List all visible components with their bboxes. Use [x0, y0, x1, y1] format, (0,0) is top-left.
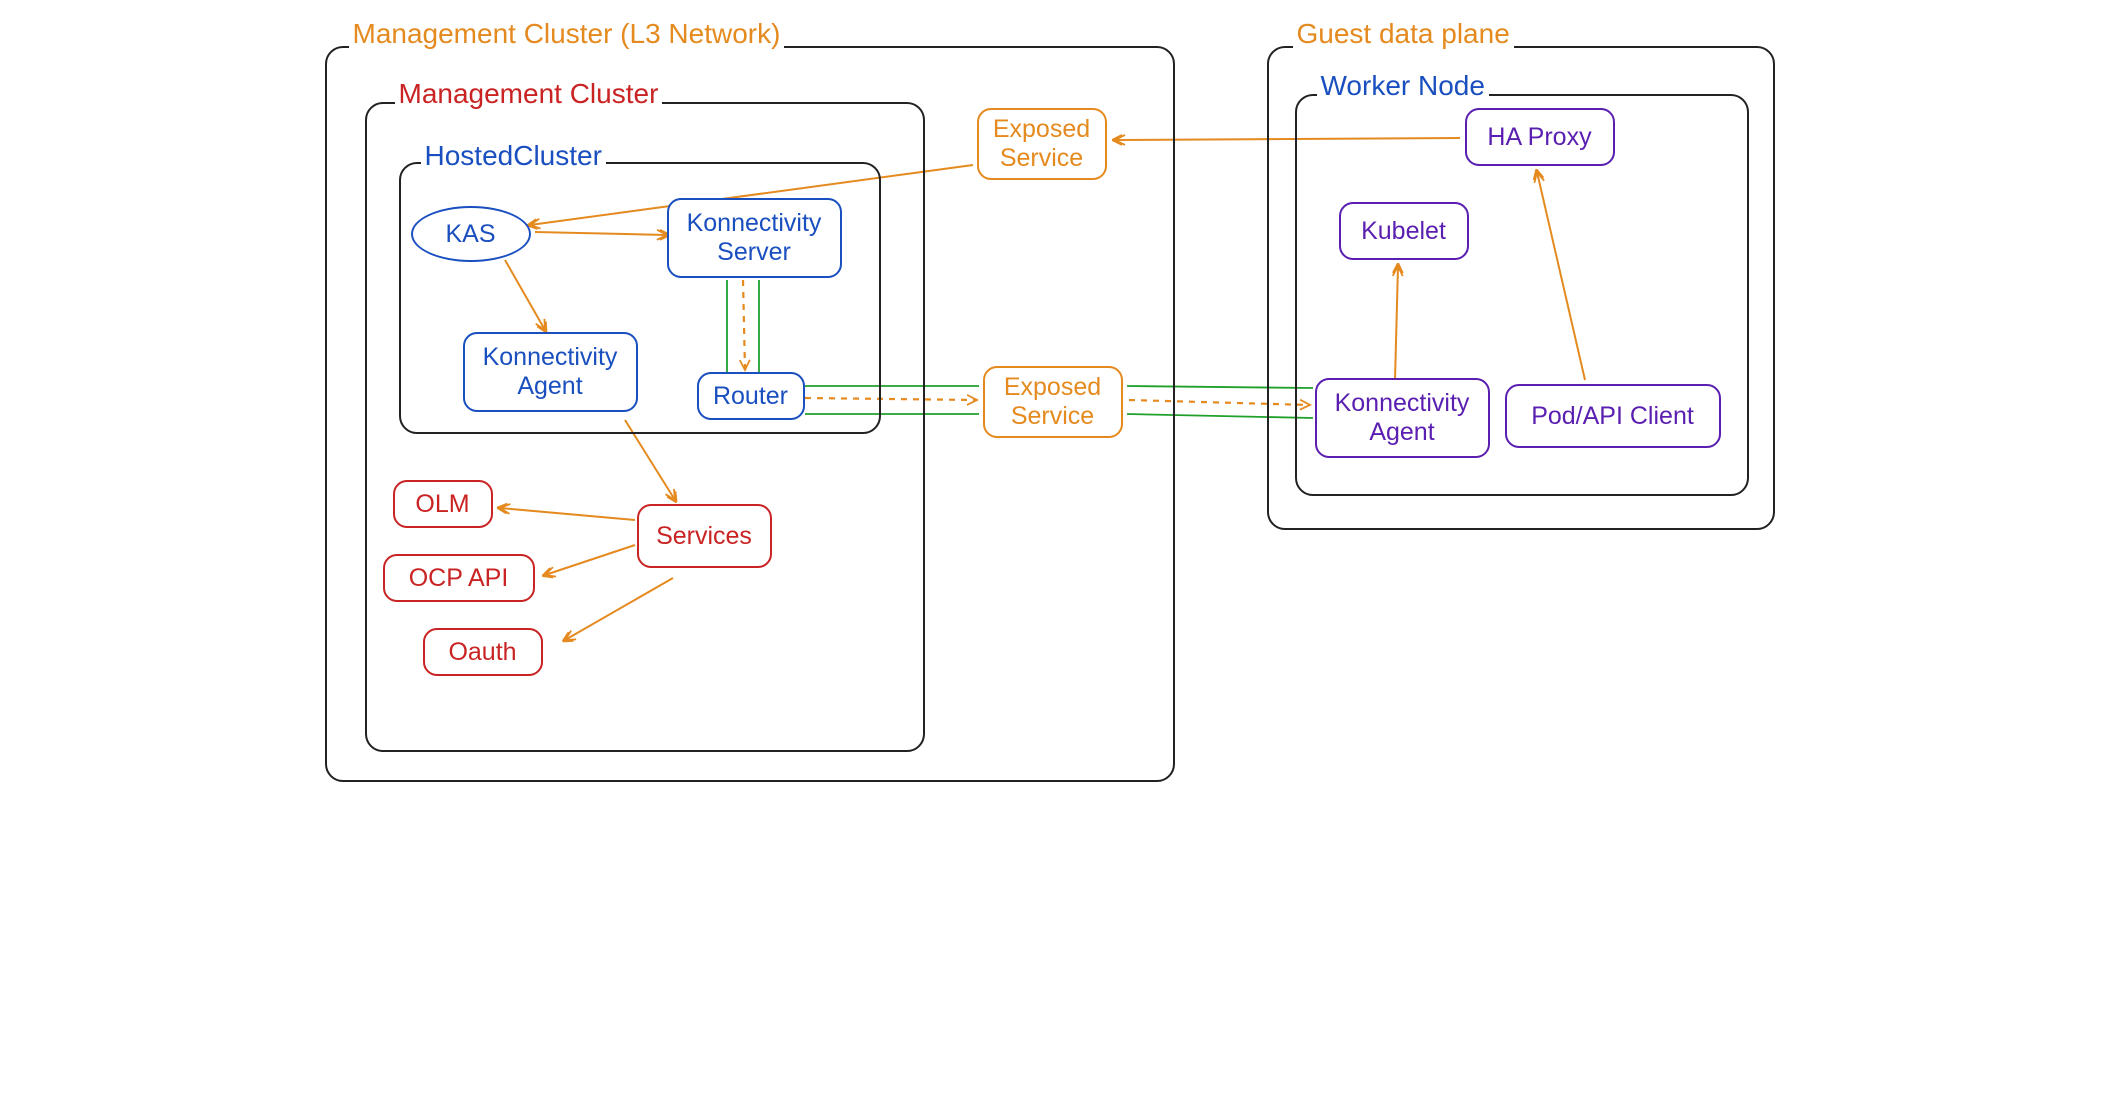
label-mgmt-cluster: Management Cluster [395, 78, 663, 110]
label-mgmt-l3: Management Cluster (L3 Network) [349, 18, 785, 50]
label-worker-node: Worker Node [1317, 70, 1489, 102]
node-konnectivity-agent-guest: Konnectivity Agent [1315, 378, 1490, 458]
node-exposed-service-mid: Exposed Service [983, 366, 1123, 438]
node-konnectivity-server: Konnectivity Server [667, 198, 842, 278]
node-ocp-api: OCP API [383, 554, 535, 602]
node-services: Services [637, 504, 772, 568]
node-olm: OLM [393, 480, 493, 528]
label-guest-data-plane: Guest data plane [1293, 18, 1514, 50]
node-konnectivity-agent-mgmt: Konnectivity Agent [463, 332, 638, 412]
architecture-diagram: Management Cluster (L3 Network) Manageme… [305, 0, 1805, 790]
node-kubelet: Kubelet [1339, 202, 1469, 260]
node-kas: KAS [411, 206, 531, 262]
node-pod-api-client: Pod/API Client [1505, 384, 1721, 448]
label-hosted-cluster: HostedCluster [421, 140, 606, 172]
node-ha-proxy: HA Proxy [1465, 108, 1615, 166]
node-oauth: Oauth [423, 628, 543, 676]
node-router: Router [697, 372, 805, 420]
node-exposed-service-top: Exposed Service [977, 108, 1107, 180]
